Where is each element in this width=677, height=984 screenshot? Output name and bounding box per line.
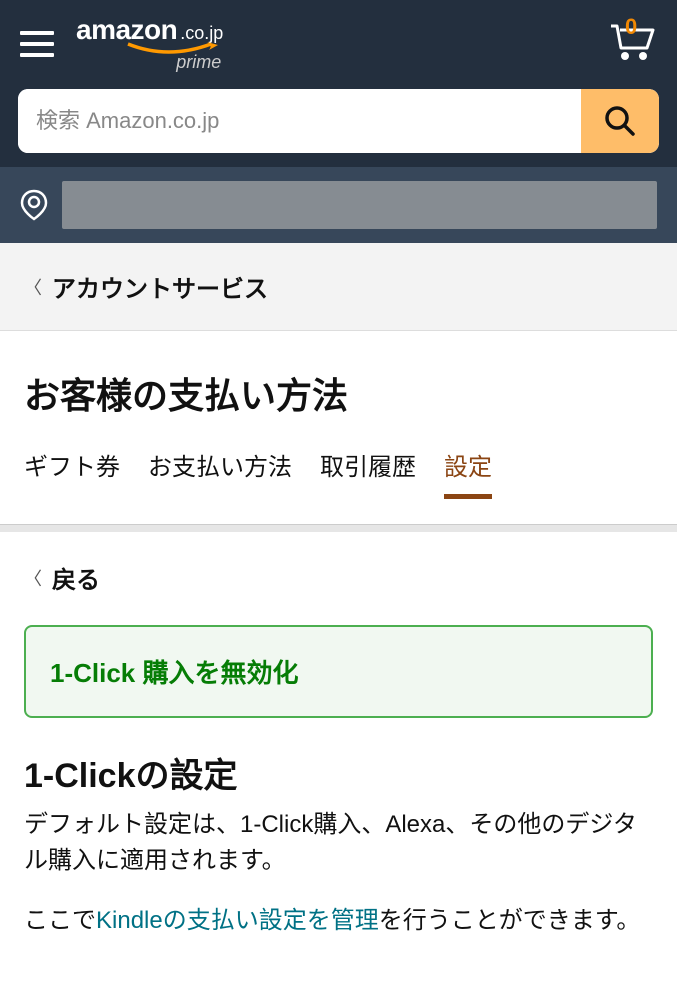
page-title: お客様の支払い方法: [24, 367, 653, 419]
search-icon: [604, 105, 636, 137]
search-input[interactable]: [18, 89, 581, 153]
note-suffix: を行うことができます。: [379, 907, 641, 934]
search-box: [18, 89, 659, 153]
cart-count: 0: [625, 14, 637, 40]
breadcrumb-label: アカウントサービス: [52, 269, 268, 304]
kindle-settings-link[interactable]: Kindleの支払い設定を管理: [96, 907, 379, 934]
cart-button[interactable]: 0: [607, 20, 657, 67]
chevron-left-icon: 〈: [24, 565, 42, 591]
header-left: amazon .co.jp prime: [20, 14, 223, 73]
logo-prime: prime: [176, 52, 221, 73]
tab-gift-cards[interactable]: ギフト券: [24, 447, 120, 499]
note-prefix: ここで: [24, 907, 96, 934]
main-content: お客様の支払い方法 ギフト券 お支払い方法 取引履歴 設定: [0, 331, 677, 524]
location-row[interactable]: [0, 167, 677, 243]
menu-icon[interactable]: [20, 31, 54, 57]
section-description: デフォルト設定は、1-Click購入、Alexa、その他のデジタル購入に適用され…: [24, 807, 653, 879]
success-message: 1-Click 購入を無効化: [50, 658, 299, 688]
tab-payment-methods[interactable]: お支払い方法: [148, 447, 292, 499]
back-button[interactable]: 〈 戻る: [0, 532, 677, 625]
back-label: 戻る: [52, 560, 100, 595]
tab-transactions[interactable]: 取引履歴: [320, 447, 416, 499]
location-icon: [20, 189, 48, 221]
tab-settings[interactable]: 設定: [444, 447, 492, 499]
section-title: 1-Clickの設定: [24, 748, 653, 797]
location-placeholder: [62, 181, 657, 229]
app-header: amazon .co.jp prime 0: [0, 0, 677, 83]
divider: [0, 524, 677, 532]
search-row: [0, 83, 677, 167]
content-area: 1-Click 購入を無効化 1-Clickの設定 デフォルト設定は、1-Cli…: [0, 625, 677, 963]
success-message-box: 1-Click 購入を無効化: [24, 625, 653, 718]
chevron-left-icon: 〈: [24, 274, 42, 300]
logo[interactable]: amazon .co.jp prime: [76, 14, 223, 73]
tabs: ギフト券 お支払い方法 取引履歴 設定: [24, 447, 653, 500]
search-button[interactable]: [581, 89, 659, 153]
breadcrumb[interactable]: 〈 アカウントサービス: [0, 243, 677, 331]
logo-domain: .co.jp: [180, 23, 223, 44]
section-note: ここでKindleの支払い設定を管理を行うことができます。: [24, 903, 653, 939]
